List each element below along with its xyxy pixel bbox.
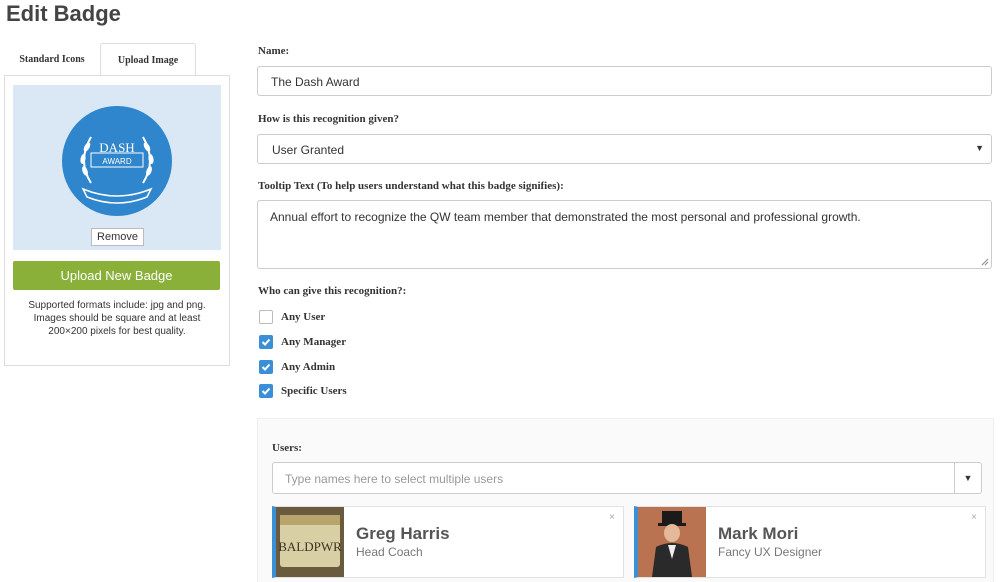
badge-bottom-text: AWARD xyxy=(102,157,131,166)
remove-user-icon[interactable]: × xyxy=(609,512,615,523)
checkbox-checked[interactable] xyxy=(259,335,273,349)
upload-image-panel: DASH AWARD Remove Upload New Badge Suppo… xyxy=(4,75,230,366)
remove-button[interactable]: Remove xyxy=(91,228,144,246)
user-role: Head Coach xyxy=(356,545,423,559)
users-dropdown-button[interactable]: ▼ xyxy=(954,463,981,493)
tab-upload-image[interactable]: Upload Image xyxy=(100,43,196,76)
users-placeholder: Type names here to select multiple users xyxy=(285,472,504,486)
option-label: Any Manager xyxy=(281,336,347,348)
license-plate-text: BALDPWR xyxy=(278,539,342,554)
tab-standard-icons[interactable]: Standard Icons xyxy=(4,43,100,75)
given-select[interactable]: User Granted ▼ xyxy=(257,134,992,164)
users-label: Users: xyxy=(272,442,302,454)
user-name: Greg Harris xyxy=(356,524,450,543)
who-label: Who can give this recognition?: xyxy=(258,285,407,297)
upload-new-badge-button[interactable]: Upload New Badge xyxy=(13,261,220,290)
user-card: BALDPWR Greg Harris Head Coach × xyxy=(272,506,624,578)
resize-handle-icon[interactable] xyxy=(981,258,989,266)
option-label: Specific Users xyxy=(281,385,347,397)
tooltip-text: Annual effort to recognize the QW team m… xyxy=(270,210,861,224)
user-card: Mark Mori Fancy UX Designer × xyxy=(634,506,986,578)
badge-image: DASH AWARD xyxy=(62,106,172,216)
check-icon xyxy=(261,363,271,371)
given-select-value: User Granted xyxy=(272,143,345,157)
badge-preview: DASH AWARD Remove xyxy=(13,85,221,250)
option-specific-users[interactable]: Specific Users xyxy=(259,382,347,400)
user-name: Mark Mori xyxy=(718,524,799,543)
checkbox-checked[interactable] xyxy=(259,360,273,374)
badge-top-text: DASH xyxy=(99,140,134,155)
option-any-admin[interactable]: Any Admin xyxy=(259,358,335,376)
page-title: Edit Badge xyxy=(6,1,121,26)
caret-down-icon: ▼ xyxy=(975,143,984,153)
given-label: How is this recognition given? xyxy=(258,113,399,125)
option-label: Any User xyxy=(281,311,326,323)
name-label: Name: xyxy=(258,45,290,57)
check-icon xyxy=(261,338,271,346)
checkbox-unchecked[interactable] xyxy=(259,310,273,324)
tooltip-label: Tooltip Text (To help users understand w… xyxy=(258,180,564,192)
option-label: Any Admin xyxy=(281,361,336,373)
remove-user-icon[interactable]: × xyxy=(971,512,977,523)
user-avatar: BALDPWR xyxy=(276,507,344,577)
option-any-manager[interactable]: Any Manager xyxy=(259,333,346,351)
name-field[interactable]: The Dash Award xyxy=(257,66,992,96)
users-search-input[interactable]: Type names here to select multiple users… xyxy=(272,462,982,494)
check-icon xyxy=(261,387,271,395)
user-avatar xyxy=(638,507,706,577)
specific-users-box: Users: Type names here to select multipl… xyxy=(257,418,994,582)
tooltip-textarea[interactable]: Annual effort to recognize the QW team m… xyxy=(257,200,992,269)
caret-down-icon: ▼ xyxy=(963,473,973,483)
supported-formats-text: Supported formats include: jpg and png. … xyxy=(28,300,206,337)
option-any-user[interactable]: Any User xyxy=(259,308,325,326)
checkbox-checked[interactable] xyxy=(259,384,273,398)
user-role: Fancy UX Designer xyxy=(718,545,823,559)
